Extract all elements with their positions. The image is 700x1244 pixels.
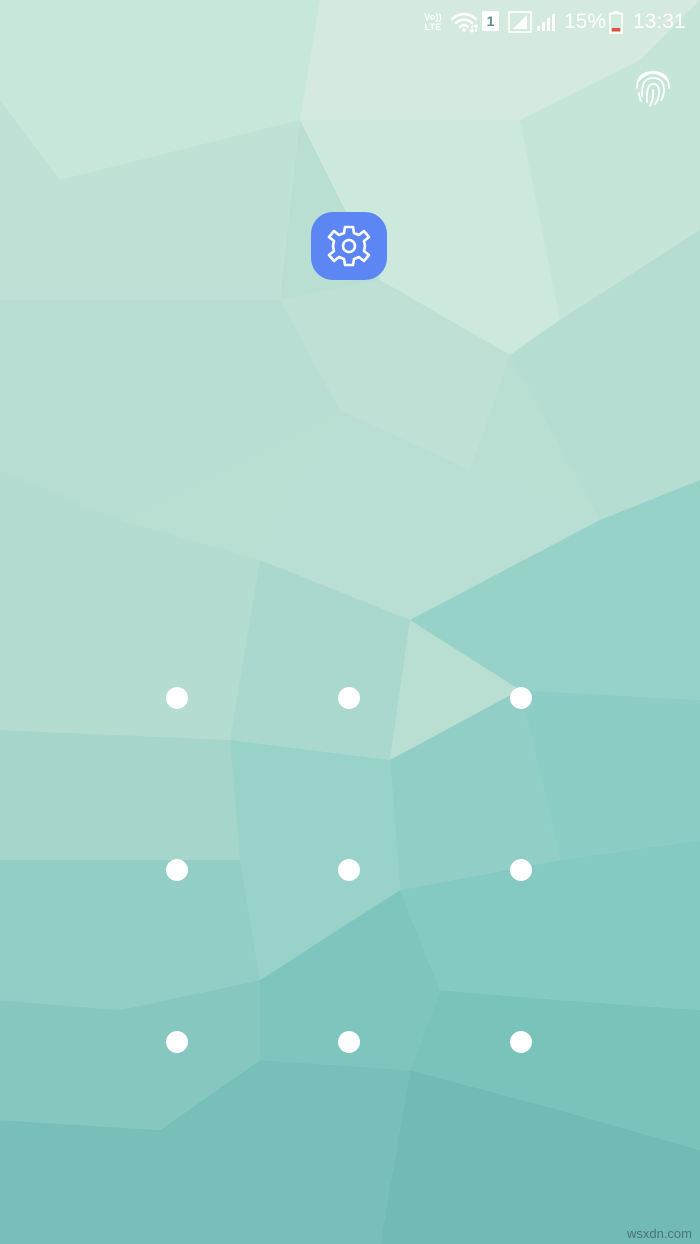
pattern-dot-7[interactable] <box>166 1031 188 1053</box>
lock-screen-wallpaper <box>0 0 700 1244</box>
volte-label-bottom: LTE <box>424 22 442 32</box>
pattern-dot-4[interactable] <box>166 859 188 881</box>
pattern-dot-1[interactable] <box>166 687 188 709</box>
battery-percent: 15% <box>564 10 607 33</box>
pattern-dot-5[interactable] <box>338 859 360 881</box>
pattern-dot-3[interactable] <box>510 687 532 709</box>
settings-app-icon[interactable] <box>310 211 388 281</box>
sim-1-icon: 1 <box>482 11 499 31</box>
wifi-icon <box>450 0 480 44</box>
battery-low-icon <box>609 0 625 44</box>
fingerprint-icon[interactable] <box>633 66 673 108</box>
watermark: wsxdn.com <box>626 1226 692 1241</box>
volte-icon: Vo)) LTE <box>420 0 446 44</box>
signal-icon-2 <box>536 0 558 44</box>
volte-label-top: Vo)) <box>424 12 442 22</box>
status-bar: Vo)) LTE 1 15% 13:31 <box>0 0 700 44</box>
pattern-dot-9[interactable] <box>510 1031 532 1053</box>
signal-icon <box>508 0 534 44</box>
pattern-dot-8[interactable] <box>338 1031 360 1053</box>
pattern-dot-2[interactable] <box>338 687 360 709</box>
pattern-dot-6[interactable] <box>510 859 532 881</box>
clock: 13:31 <box>633 10 686 33</box>
